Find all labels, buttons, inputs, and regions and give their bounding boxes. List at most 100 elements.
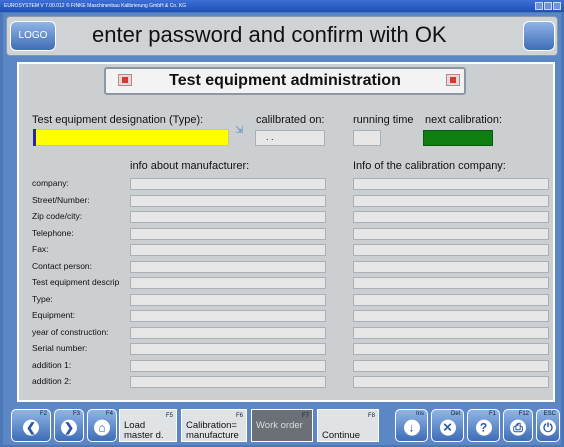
running-time-label: running time: [353, 114, 414, 126]
row-label: addition 2:: [32, 376, 72, 386]
manufacturer-field[interactable]: [130, 294, 326, 306]
row-label: Zip code/city:: [32, 211, 83, 221]
row-label: Contact person:: [32, 261, 93, 271]
manufacturer-field[interactable]: [130, 244, 326, 256]
manufacturer-column-header: info about manufacturer:: [130, 160, 250, 172]
icon-button-f12[interactable]: F12 ⎙: [503, 409, 533, 442]
function-key-label: F5: [165, 413, 173, 419]
calibration-company-field[interactable]: [353, 211, 549, 223]
manufacturer-field[interactable]: [130, 178, 326, 190]
page-title: enter password and confirm with OK: [92, 22, 447, 47]
calibration-company-field[interactable]: [353, 261, 549, 273]
manufacturer-field[interactable]: [130, 195, 326, 207]
calibration-company-field[interactable]: [353, 343, 549, 355]
manufacturer-field[interactable]: [130, 343, 326, 355]
function-key-label: F2: [39, 411, 47, 417]
icon-button-f4[interactable]: F4 ⌂: [87, 409, 117, 442]
window-titlebar: EUROSYSTEM V 7.00.012 © FINKE Maschinenb…: [0, 0, 564, 12]
calibration-company-field[interactable]: [353, 376, 549, 388]
row-label: Type:: [32, 294, 53, 304]
help-icon: ?: [475, 419, 492, 436]
next-calibration-label: next calibration:: [425, 114, 503, 126]
next-calibration-field[interactable]: [423, 130, 493, 146]
running-time-field[interactable]: [353, 130, 381, 146]
calibration-company-field[interactable]: [353, 244, 549, 256]
icon-button-f2[interactable]: F2 ❮: [11, 409, 51, 442]
button-f6[interactable]: F6 Calibration= manufacture: [181, 409, 247, 442]
arrow-left-icon: ❮: [23, 419, 39, 436]
designation-input[interactable]: [33, 129, 229, 146]
calibration-company-field[interactable]: [353, 294, 549, 306]
icon-button-del[interactable]: Del ✕: [431, 409, 464, 442]
function-key-label: ESC: [543, 411, 556, 417]
manufacturer-field[interactable]: [130, 261, 326, 273]
calibration-company-field[interactable]: [353, 228, 549, 240]
button-label: Load master d.: [124, 421, 164, 441]
row-label: Fax:: [32, 244, 49, 254]
row-label: year of construction:: [32, 327, 109, 337]
button-label: Continue: [322, 421, 360, 441]
button-label-line2: manufacture: [186, 430, 239, 441]
manufacturer-field[interactable]: [130, 310, 326, 322]
function-key-label: Ins: [415, 411, 424, 417]
calendar-icon[interactable]: [446, 74, 460, 86]
row-label: Equipment:: [32, 310, 75, 320]
calibration-company-field[interactable]: [353, 327, 549, 339]
icon-button-esc[interactable]: ESC ⏻: [536, 409, 560, 442]
manufacturer-field[interactable]: [130, 327, 326, 339]
function-key-label: F12: [518, 411, 529, 417]
delete-icon: ✕: [439, 419, 456, 436]
row-label: Serial number:: [32, 343, 88, 353]
calibration-company-field[interactable]: [353, 310, 549, 322]
window-controls: [535, 2, 561, 10]
button-label-line2: Continue: [322, 430, 361, 441]
calibration-company-field[interactable]: [353, 195, 549, 207]
header-right-button[interactable]: [523, 21, 555, 51]
cursor-arrow-icon: ⇲: [235, 125, 244, 136]
manufacturer-field[interactable]: [130, 228, 326, 240]
calibrated-on-label: calilbrated on:: [256, 114, 325, 126]
calendar-icon[interactable]: [118, 74, 132, 86]
logo-button[interactable]: LOGO: [10, 21, 56, 51]
calibrated-on-field[interactable]: . .: [255, 130, 325, 146]
window-title: EUROSYSTEM V 7.00.012 © FINKE Maschinenb…: [4, 3, 187, 9]
function-key-label: F7: [301, 413, 309, 419]
button-f7[interactable]: F7 Work order: [251, 409, 313, 442]
manufacturer-field[interactable]: [130, 211, 326, 223]
section-title-text: Test equipment administration: [169, 72, 401, 89]
button-f8[interactable]: F8 Continue: [317, 409, 379, 442]
calibration-company-field[interactable]: [353, 277, 549, 289]
close-icon[interactable]: [553, 2, 561, 10]
function-key-label: Del: [450, 411, 460, 417]
calibration-company-field[interactable]: [353, 360, 549, 372]
icon-button-f1[interactable]: F1?: [467, 409, 500, 442]
arrow-right-icon: ❯: [61, 419, 77, 436]
insert-icon: ↓: [403, 419, 420, 436]
button-label: Calibration= manufacture: [186, 421, 239, 441]
button-label: Work order: [256, 421, 303, 431]
calibration-column-header: Info of the calibration company:: [353, 160, 506, 172]
print-icon: ⎙: [510, 419, 526, 436]
row-label: addition 1:: [32, 360, 72, 370]
button-f5[interactable]: F5 Load master d.: [119, 409, 177, 442]
home-icon: ⌂: [94, 419, 110, 436]
icon-button-ins[interactable]: Ins ↓: [395, 409, 428, 442]
manufacturer-field[interactable]: [130, 376, 326, 388]
maximize-icon[interactable]: [544, 2, 552, 10]
manufacturer-field[interactable]: [130, 360, 326, 372]
calibration-company-field[interactable]: [353, 178, 549, 190]
row-label: Street/Number:: [32, 195, 90, 205]
function-key-label: F3: [72, 411, 80, 417]
exit-icon: ⏻: [540, 419, 556, 436]
row-label: company:: [32, 178, 69, 188]
function-key-label: F1: [488, 411, 496, 417]
function-key-label: F6: [235, 413, 243, 419]
button-label-line2: master d.: [124, 430, 164, 441]
row-label: Telephone:: [32, 228, 74, 238]
row-label: Test equipment descrip: [32, 277, 120, 287]
manufacturer-field[interactable]: [130, 277, 326, 289]
function-key-label: F4: [105, 411, 113, 417]
minimize-icon[interactable]: [535, 2, 543, 10]
icon-button-f3[interactable]: F3 ❯: [54, 409, 84, 442]
button-label-line1: Work order: [256, 420, 303, 431]
